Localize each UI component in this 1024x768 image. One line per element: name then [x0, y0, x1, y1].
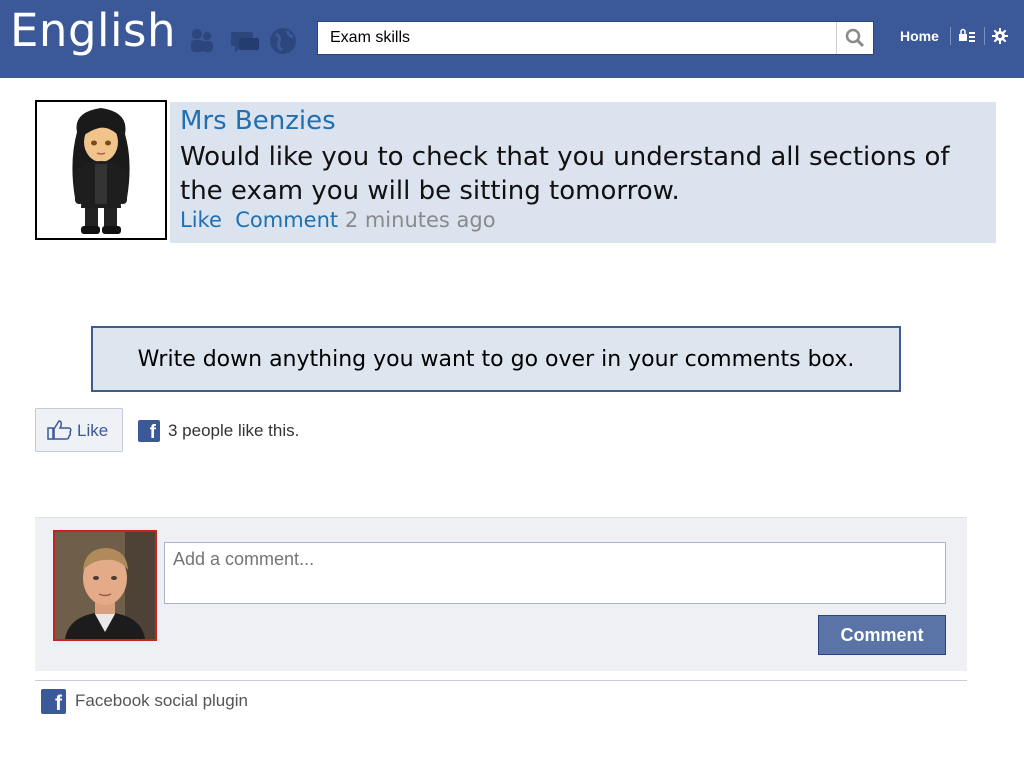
comment-input[interactable] [164, 542, 946, 604]
messages-icon[interactable] [231, 32, 259, 53]
divider [35, 680, 967, 681]
brand-title: English [10, 4, 176, 57]
search-button[interactable] [836, 22, 873, 54]
post-author[interactable]: Mrs Benzies [180, 106, 336, 136]
comment-link[interactable]: Comment [235, 208, 338, 232]
notification-jewels [183, 22, 303, 62]
teacher-avatar [35, 100, 167, 240]
home-link[interactable]: Home [900, 28, 939, 44]
instruction-text: Write down anything you want to go over … [137, 347, 855, 372]
top-bar: English Exam skills Home [0, 0, 1024, 78]
like-button-label: Like [77, 421, 109, 440]
thumbs-up-icon [47, 420, 72, 440]
instruction-box: Write down anything you want to go over … [91, 326, 901, 392]
user-avatar [53, 530, 157, 641]
like-link[interactable]: Like [180, 208, 222, 232]
settings-gear-icon[interactable] [991, 27, 1009, 45]
facebook-logo-icon: f [41, 689, 66, 715]
search-bar[interactable]: Exam skills [317, 21, 874, 55]
notifications-globe-icon[interactable] [270, 28, 296, 54]
post-timestamp: 2 minutes ago [344, 208, 496, 232]
friends-icon[interactable] [191, 29, 213, 52]
separator [984, 27, 985, 45]
like-button[interactable]: Like [35, 408, 123, 452]
separator [950, 27, 951, 45]
social-plugin-label: Facebook social plugin [75, 691, 248, 710]
search-icon [845, 28, 865, 48]
search-input[interactable]: Exam skills [330, 29, 410, 47]
privacy-icon[interactable] [957, 27, 977, 45]
like-count-text: 3 people like this. [168, 421, 300, 440]
post-message: Would like you to check that you underst… [180, 142, 950, 206]
facebook-logo-icon: f [138, 420, 160, 443]
comment-button[interactable]: Comment [818, 615, 946, 655]
post-actions: Like Comment 2 minutes ago [180, 208, 496, 232]
